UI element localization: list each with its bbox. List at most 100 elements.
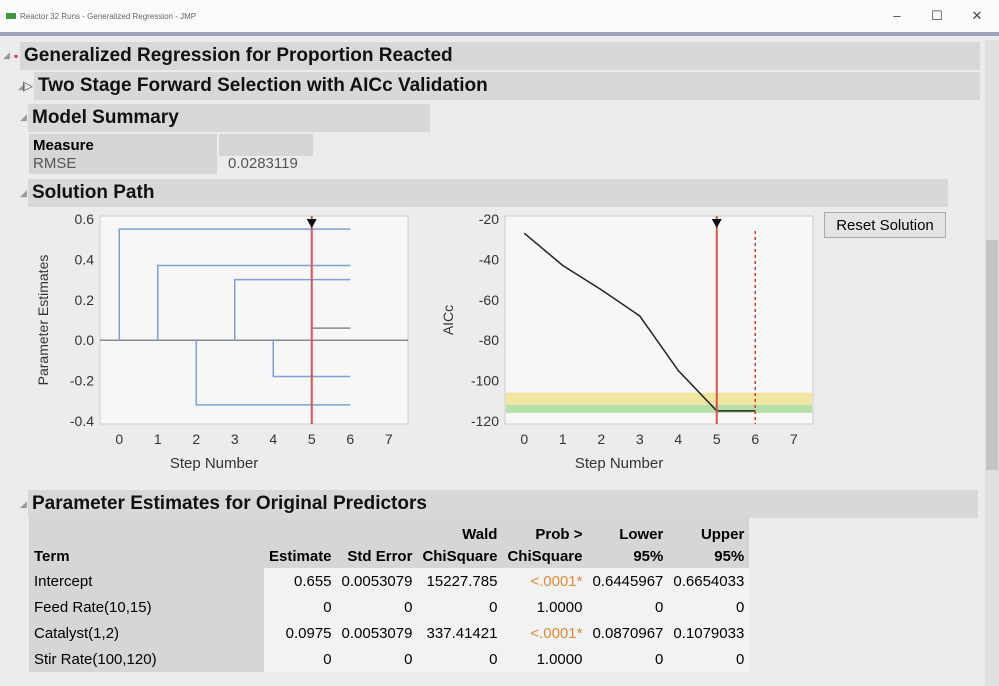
- x-tick-label: 7: [385, 431, 393, 447]
- parameter-estimates-header: Parameter Estimates for Original Predict…: [28, 490, 978, 518]
- rmse-label: RMSE: [33, 155, 77, 172]
- y-tick-label: -0.4: [70, 413, 94, 429]
- table-cell: 0: [264, 646, 337, 672]
- y-tick-label: 0.0: [75, 332, 95, 348]
- model-summary-header: Model Summary: [28, 104, 430, 132]
- column-header: Term: [29, 518, 264, 568]
- jmp-app-icon: [6, 13, 16, 19]
- table-cell: Catalyst(1,2): [29, 620, 264, 646]
- x-tick-label: 0: [520, 431, 528, 447]
- x-tick-label: 1: [559, 431, 567, 447]
- y-tick-label: -100: [471, 373, 499, 389]
- y-tick-label: 0.6: [75, 211, 95, 227]
- x-tick-label: 2: [192, 431, 200, 447]
- y-tick-label: -40: [479, 251, 499, 267]
- table-cell: 0: [668, 646, 750, 672]
- maximize-button[interactable]: ☐: [927, 8, 947, 24]
- x-tick-label: 6: [346, 431, 354, 447]
- x-axis-title: Step Number: [170, 455, 258, 472]
- vertical-scrollbar[interactable]: [985, 40, 999, 686]
- disclosure-icon[interactable]: ◢: [20, 112, 27, 123]
- x-tick-label: 5: [713, 431, 721, 447]
- aicc-path-chart[interactable]: -20 -40 -60 -80 -100 -120 0 1 2 3 4 5 6 7 Step Number A…: [430, 208, 820, 480]
- y-tick-label: -20: [479, 211, 499, 227]
- scrollbar-thumb[interactable]: [986, 240, 998, 470]
- disclosure-icon[interactable]: ◢: [3, 50, 10, 61]
- column-header: Lower 95%: [587, 518, 669, 568]
- table-cell: 0.0870967: [587, 620, 669, 646]
- x-tick-label: 2: [597, 431, 605, 447]
- y-tick-label: -60: [479, 292, 499, 308]
- disclosure-icon[interactable]: ◢: [20, 188, 27, 199]
- table-cell: 0: [264, 594, 337, 620]
- x-tick-label: 4: [269, 431, 277, 447]
- table-cell: 337.41421: [417, 620, 503, 646]
- minimize-button[interactable]: –: [887, 8, 907, 23]
- rmse-value: 0.0283119: [228, 155, 298, 172]
- table-cell: 0.655: [264, 568, 337, 594]
- table-cell: 0: [587, 594, 669, 620]
- close-button[interactable]: ✕: [967, 8, 987, 24]
- measure-header: Measure: [33, 137, 94, 154]
- x-tick-label: 3: [636, 431, 644, 447]
- title-bar: Reactor 32 Runs - Generalized Regression…: [0, 0, 999, 36]
- aicc-band: [506, 392, 812, 405]
- x-tick-label: 1: [154, 431, 162, 447]
- column-header: Prob > ChiSquare: [502, 518, 588, 568]
- table-cell: 0: [417, 594, 503, 620]
- table-cell: Intercept: [29, 568, 264, 594]
- table-row: Feed Rate(10,15) 0 0 0 1.0000 0 0: [29, 594, 750, 620]
- x-tick-label: 3: [231, 431, 239, 447]
- table-cell: 0: [587, 646, 669, 672]
- report-title: Generalized Regression for Proportion Re…: [20, 42, 980, 70]
- column-header: Std Error: [336, 518, 418, 568]
- aicc-band: [506, 404, 812, 413]
- red-triangle-menu-icon[interactable]: ▪: [14, 49, 18, 63]
- plot-area: [99, 215, 409, 425]
- x-axis-title: Step Number: [575, 455, 663, 472]
- window-title: Reactor 32 Runs - Generalized Regression…: [20, 12, 197, 21]
- table-cell: Feed Rate(10,15): [29, 594, 264, 620]
- y-axis-title: Parameter Estimates: [35, 255, 51, 386]
- y-tick-label: 0.4: [75, 251, 95, 267]
- table-cell: 0.1079033: [668, 620, 750, 646]
- x-tick-label: 4: [674, 431, 682, 447]
- parameter-path-chart[interactable]: 0.6 0.4 0.2 0.0 -0.2 -0.4 0 1 2 3 4 5 6 7 Step Number P…: [30, 208, 420, 480]
- x-tick-label: 7: [790, 431, 798, 447]
- parameter-estimates-table: Term Estimate Std Error Wald ChiSquare Prob >…: [29, 518, 750, 672]
- column-header: Wald ChiSquare: [417, 518, 503, 568]
- table-row: Catalyst(1,2) 0.0975 0.0053079 337.41421 <.0…: [29, 620, 750, 646]
- table-cell: 15227.785: [417, 568, 503, 594]
- column-header: Estimate: [264, 518, 337, 568]
- reset-solution-button[interactable]: Reset Solution: [824, 212, 946, 238]
- table-cell: 1.0000: [502, 594, 588, 620]
- subtitle: Two Stage Forward Selection with AICc Va…: [34, 72, 980, 100]
- table-cell: 0.0053079: [336, 568, 418, 594]
- table-row: Stir Rate(100,120) 0 0 0 1.0000 0 0: [29, 646, 750, 672]
- table-cell: <.0001*: [502, 620, 588, 646]
- table-cell: 0.0975: [264, 620, 337, 646]
- table-cell: 0: [336, 646, 418, 672]
- y-axis-title: AICc: [440, 305, 456, 335]
- table-cell: 0: [336, 594, 418, 620]
- table-cell: 0.6654033: [668, 568, 750, 594]
- y-tick-label: 0.2: [75, 292, 95, 308]
- y-tick-label: -120: [471, 413, 499, 429]
- table-cell: 0.6445967: [587, 568, 669, 594]
- y-tick-label: -0.2: [70, 373, 94, 389]
- disclosure-icon[interactable]: ◢: [20, 499, 27, 510]
- column-header: Upper 95%: [668, 518, 750, 568]
- table-cell: 0: [668, 594, 750, 620]
- x-tick-label: 6: [751, 431, 759, 447]
- table-cell: <.0001*: [502, 568, 588, 594]
- x-tick-label: 5: [308, 431, 316, 447]
- y-tick-label: -80: [479, 332, 499, 348]
- x-tick-label: 0: [115, 431, 123, 447]
- solution-path-header: Solution Path: [28, 179, 948, 207]
- table-row: Intercept 0.655 0.0053079 15227.785 <.0001* 0…: [29, 568, 750, 594]
- table-cell: 0: [417, 646, 503, 672]
- table-cell: Stir Rate(100,120): [29, 646, 264, 672]
- table-cell: 0.0053079: [336, 620, 418, 646]
- table-cell: 1.0000: [502, 646, 588, 672]
- red-triangle-menu-icon[interactable]: ▷: [23, 78, 33, 94]
